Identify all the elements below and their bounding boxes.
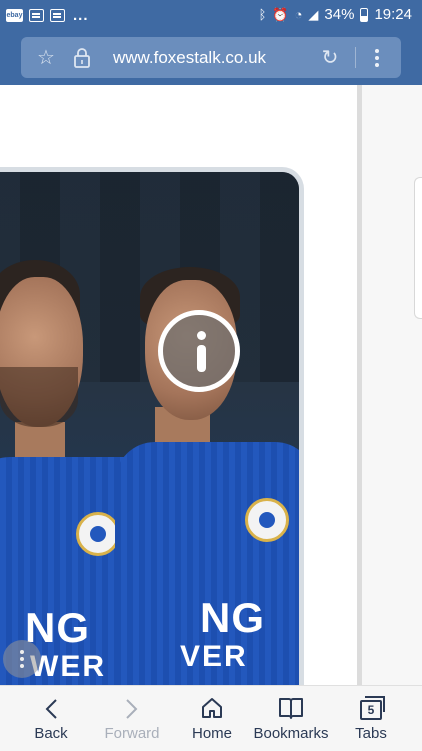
browser-toolbar: ☆ www.foxestalk.co.uk ↻: [0, 32, 422, 85]
back-button[interactable]: Back: [22, 686, 80, 751]
info-icon[interactable]: [158, 310, 240, 392]
tabs-count: 5: [360, 696, 385, 720]
back-label: Back: [34, 725, 68, 742]
system-status: ᛒ ⏰ ◔ ◢ 34% 19:24: [259, 6, 412, 23]
tabs-button[interactable]: 5 Tabs: [348, 686, 394, 751]
bookmarks-label: Bookmarks: [253, 725, 329, 742]
clock: 19:24: [374, 6, 412, 23]
ebay-notification-icon: ebay: [6, 9, 23, 22]
web-content[interactable]: NG WER NG VER: [0, 85, 422, 690]
address-bar-divider: [355, 47, 356, 68]
battery-percent: 34%: [324, 6, 355, 23]
lock-icon[interactable]: [71, 37, 93, 78]
home-icon: [200, 686, 224, 720]
edge-panel-handle[interactable]: [414, 177, 422, 319]
bookmarks-icon: [278, 686, 304, 720]
team-photo[interactable]: NG WER NG VER: [0, 167, 304, 690]
tabs-icon: 5: [360, 686, 385, 720]
player-left-club-badge: [76, 512, 120, 556]
player-left-sponsor-line2: WER: [30, 650, 106, 683]
url-text[interactable]: www.foxestalk.co.uk: [113, 48, 266, 68]
notification-overflow: ...: [73, 7, 89, 24]
wifi-icon: ◔: [294, 7, 303, 22]
floating-menu-icon[interactable]: [3, 640, 41, 678]
player-right-sponsor-line1: NG: [200, 594, 265, 641]
side-panel: [362, 85, 422, 685]
battery-icon: [360, 7, 369, 22]
signal-icon: ◢: [308, 6, 319, 22]
home-label: Home: [191, 725, 232, 742]
message-notification-icon: [29, 9, 44, 22]
alarm-icon: ⏰: [272, 6, 289, 22]
forward-label: Forward: [104, 725, 160, 742]
forward-arrow-icon: [125, 686, 139, 720]
bookmarks-button[interactable]: Bookmarks: [252, 686, 330, 751]
player-right-sponsor-line2: VER: [180, 640, 248, 673]
tabs-label: Tabs: [355, 725, 387, 742]
star-icon[interactable]: ☆: [35, 37, 57, 78]
bluetooth-icon: ᛒ: [258, 7, 267, 22]
bottom-navigation: Back Forward Home Bookmarks 5 Tabs: [0, 685, 422, 751]
player-left-sponsor-line1: NG: [25, 604, 90, 651]
back-arrow-icon: [44, 686, 58, 720]
gallery-notification-icon: [50, 9, 65, 22]
player-right-club-badge: [245, 498, 289, 542]
address-bar[interactable]: ☆ www.foxestalk.co.uk ↻: [21, 37, 401, 78]
home-button[interactable]: Home: [188, 686, 236, 751]
status-bar: ebay ... ᛒ ⏰ ◔ ◢ 34% 19:24: [0, 0, 422, 32]
notification-area: ebay ...: [6, 7, 89, 24]
player-left-beard: [0, 367, 78, 427]
refresh-icon[interactable]: ↻: [318, 37, 342, 78]
more-menu-icon[interactable]: [367, 37, 387, 78]
forward-button[interactable]: Forward: [100, 686, 164, 751]
